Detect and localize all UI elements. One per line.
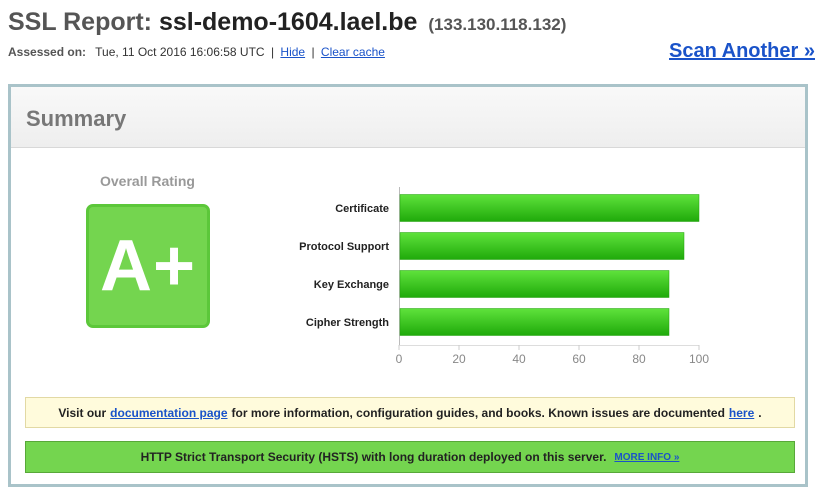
rating-chart: Certificate Protocol Support Key Exchange C… [251, 187, 711, 377]
hsts-text: HTTP Strict Transport Security (HSTS) wi… [140, 450, 607, 464]
assessed-label: Assessed on: [8, 45, 87, 59]
chart-category-label: Cipher Strength [306, 317, 389, 329]
chart-tick-label: 40 [512, 352, 526, 366]
summary-header: Summary [11, 87, 805, 148]
chart-tick-label: 80 [632, 352, 646, 366]
summary-title: Summary [26, 106, 127, 131]
chart-tick-label: 20 [452, 352, 466, 366]
chart-bar [399, 232, 685, 260]
notice-text-before: Visit our [58, 405, 107, 420]
chart-category-label: Key Exchange [314, 279, 389, 291]
known-issues-link[interactable]: here [729, 406, 754, 420]
separator: | [270, 45, 275, 59]
clear-cache-link[interactable]: Clear cache [321, 45, 385, 59]
assessed-line: Assessed on: Tue, 11 Oct 2016 16:06:58 U… [8, 45, 385, 59]
hostname: ssl-demo-1604.lael.be [158, 8, 418, 36]
ip-address: (133.130.118.132) [428, 15, 567, 34]
rating-chart-svg: Certificate Protocol Support Key Exchange C… [299, 187, 709, 366]
grade-badge: A+ [86, 204, 210, 328]
assessed-date: Tue, 11 Oct 2016 16:06:58 UTC [95, 45, 265, 59]
chart-tick-label: 60 [572, 352, 586, 366]
title-label: SSL Report: [8, 8, 152, 36]
chart-bar [399, 308, 670, 336]
notice-text-after: . [758, 405, 762, 420]
hide-link[interactable]: Hide [280, 45, 305, 59]
chart-bar [399, 194, 700, 222]
more-info-link[interactable]: MORE INFO » [614, 452, 679, 463]
notice-text-middle: for more information, configuration guid… [231, 405, 725, 420]
chart-tick-label: 100 [689, 352, 709, 366]
page-title: SSL Report: ssl-demo-1604.lael.be (133.1… [8, 8, 566, 37]
chart-tick-label: 0 [396, 352, 403, 366]
scan-another-link[interactable]: Scan Another » [669, 40, 815, 63]
overall-rating-label: Overall Rating [100, 173, 195, 189]
chart-category-label: Protocol Support [299, 241, 389, 253]
separator: | [311, 45, 315, 59]
documentation-notice: Visit our documentation page for more in… [25, 397, 795, 428]
summary-panel: Summary Overall Rating A+ Certificate Pro… [8, 84, 808, 487]
chart-bar [399, 270, 670, 298]
chart-category-label: Certificate [335, 203, 389, 215]
hsts-notice: HTTP Strict Transport Security (HSTS) wi… [25, 441, 795, 473]
documentation-link[interactable]: documentation page [110, 406, 227, 420]
